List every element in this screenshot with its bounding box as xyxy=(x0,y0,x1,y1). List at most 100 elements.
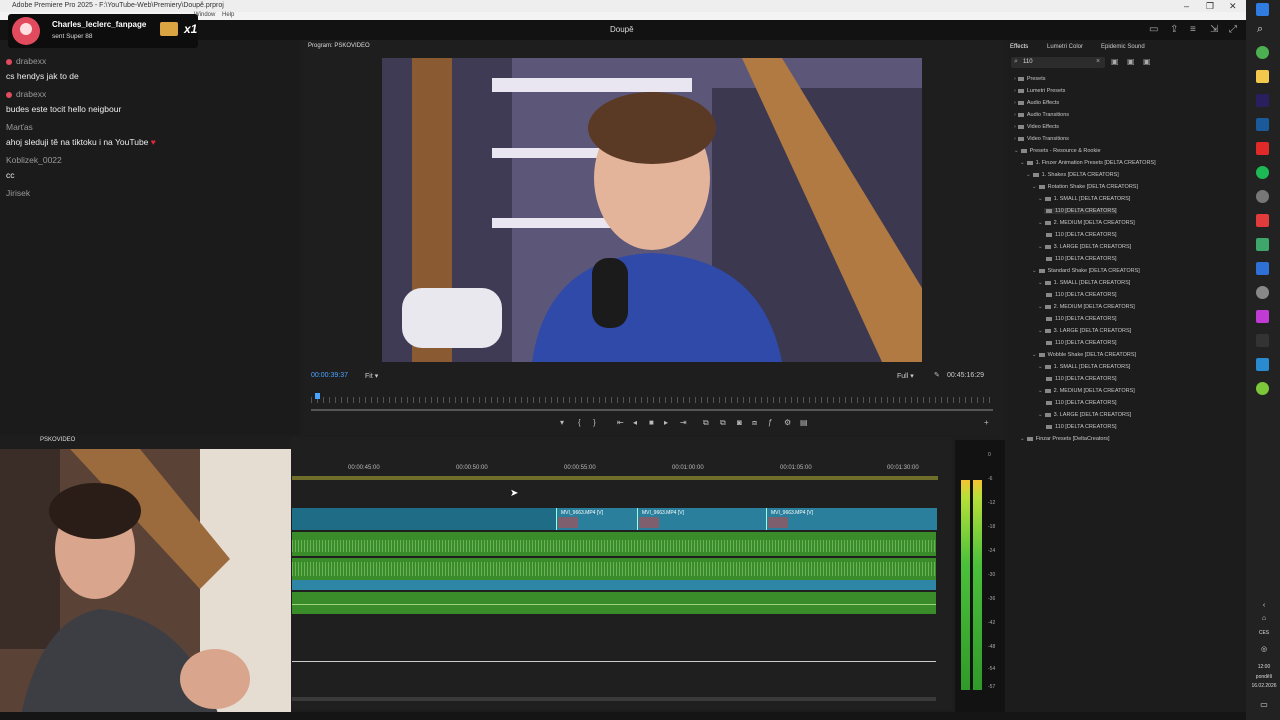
app-green-icon[interactable] xyxy=(1256,238,1269,251)
effects-tree-item[interactable]: ⌄ 1. SMALL [DELTA CREATORS] xyxy=(1038,364,1130,370)
effects-tree-item[interactable]: › Presets xyxy=(1014,76,1046,82)
menu-icon[interactable]: ≡ xyxy=(1190,24,1196,35)
effects-tree-item[interactable]: ⌄ 1. Shakes [DELTA CREATORS] xyxy=(1026,172,1119,178)
app-purple-icon[interactable] xyxy=(1256,310,1269,323)
sequence-tab[interactable]: PSKOVIDEO xyxy=(40,437,75,443)
effects-search-input[interactable]: 110 xyxy=(1023,59,1033,65)
effects-tree-item[interactable]: ⌄ 3. LARGE [DELTA CREATORS] xyxy=(1038,412,1131,418)
yuv-effects-icon[interactable]: ▣ xyxy=(1143,57,1151,66)
volume-line[interactable] xyxy=(292,604,936,605)
export-frame-icon[interactable]: ◙ xyxy=(737,418,742,427)
effects-tree-item[interactable]: 110 [DELTA CREATORS] xyxy=(1044,376,1117,382)
settings-icon[interactable]: ⚙ xyxy=(784,418,791,427)
fx-icon[interactable]: ƒ xyxy=(768,418,772,427)
clear-search-icon[interactable]: × xyxy=(1096,58,1100,65)
workspace-icon[interactable]: ▭ xyxy=(1149,24,1158,35)
clock-time[interactable]: 12:00 xyxy=(1250,664,1278,670)
wrench-icon[interactable]: ✎ xyxy=(934,371,940,379)
menu-help[interactable]: Help xyxy=(222,12,234,18)
timeline-ruler[interactable] xyxy=(292,476,938,480)
effects-tree-item[interactable]: ⌄ 1. SMALL [DELTA CREATORS] xyxy=(1038,280,1130,286)
effects-tree-item[interactable]: ⌄ Wobble Shake [DELTA CREATORS] xyxy=(1032,352,1136,358)
video-clip[interactable]: MVI_9663.MP4 [V] xyxy=(637,508,766,530)
current-timecode[interactable]: 00:00:39:37 xyxy=(311,372,348,379)
minimize-icon[interactable]: – xyxy=(1184,1,1189,11)
mark-in-icon[interactable]: { xyxy=(578,418,581,427)
effects-tree-item[interactable]: › Video Transitions xyxy=(1014,136,1069,142)
steam-icon[interactable] xyxy=(1256,358,1269,371)
tab-lumetri-color[interactable]: Lumetri Color xyxy=(1047,44,1083,50)
effects-tree-item[interactable]: ⌄ 2. MEDIUM [DELTA CREATORS] xyxy=(1038,388,1135,394)
effects-tree-item[interactable]: › Audio Effects xyxy=(1014,100,1059,106)
effects-tree-item[interactable]: ⌄ 2. MEDIUM [DELTA CREATORS] xyxy=(1038,304,1135,310)
effects-tree-item[interactable]: ⌄ 1. SMALL [DELTA CREATORS] xyxy=(1038,196,1130,202)
toggle-icon[interactable]: ▤ xyxy=(800,418,808,427)
effects-tree-item[interactable]: ⌄ Presets - Resource & Rookie xyxy=(1014,148,1101,154)
effects-tree-item[interactable]: 110 [DELTA CREATORS] xyxy=(1044,292,1117,298)
quick-export-icon[interactable]: ⇲ xyxy=(1210,24,1218,35)
effects-tree-item[interactable]: ⌄ 3. LARGE [DELTA CREATORS] xyxy=(1038,328,1131,334)
resolution-dropdown[interactable]: Full ▾ xyxy=(897,372,914,380)
file-explorer-icon[interactable] xyxy=(1256,70,1269,83)
app-dark-icon[interactable] xyxy=(1256,334,1269,347)
share-icon[interactable]: ⇪ xyxy=(1170,24,1178,35)
app-lime-icon[interactable] xyxy=(1256,382,1269,395)
effects-tree-item[interactable]: › Audio Transitions xyxy=(1014,112,1069,118)
fit-dropdown[interactable]: Fit ▾ xyxy=(365,372,378,380)
timeline-scrollbar[interactable] xyxy=(292,697,936,701)
step-forward-icon[interactable]: ▸ xyxy=(664,418,668,427)
overwrite-icon[interactable]: ⧉ xyxy=(720,418,726,428)
app-blue-icon[interactable] xyxy=(1256,262,1269,275)
fullscreen-icon[interactable]: ⤢ xyxy=(1229,24,1237,35)
audio-track-3[interactable] xyxy=(292,580,936,590)
red-app-icon[interactable] xyxy=(1256,142,1269,155)
stop-icon[interactable]: ■ xyxy=(649,418,654,427)
effects-tree-item[interactable]: ⌄ 3. LARGE [DELTA CREATORS] xyxy=(1038,244,1131,250)
spotify-icon[interactable] xyxy=(1256,166,1269,179)
effects-tree-item[interactable]: 110 [DELTA CREATORS] xyxy=(1044,316,1117,322)
search-icon[interactable]: ⌕ xyxy=(1257,23,1263,36)
accelerated-effects-icon[interactable]: ▣ xyxy=(1111,57,1119,66)
chrome-icon[interactable] xyxy=(1256,46,1269,59)
obs-icon[interactable] xyxy=(1256,190,1269,203)
notification-icon[interactable]: ▭ xyxy=(1250,700,1278,709)
start-icon[interactable] xyxy=(1256,3,1269,16)
playhead-marker[interactable] xyxy=(315,393,320,399)
effects-tree-item[interactable]: › Lumetri Presets xyxy=(1014,88,1065,94)
effects-tree-item[interactable]: › Video Effects xyxy=(1014,124,1059,130)
effects-tree-item[interactable]: ⌄ Finzar Presets [DeltaCreators] xyxy=(1020,436,1110,442)
go-to-out-icon[interactable]: ⇥ xyxy=(680,418,687,427)
add-button-icon[interactable]: + xyxy=(984,418,989,427)
video-clip[interactable]: MVI_9663.MP4 [V] xyxy=(766,508,937,530)
effects-tree-item[interactable]: 110 [DELTA CREATORS] xyxy=(1044,232,1117,238)
comparison-icon[interactable]: ⧈ xyxy=(752,418,757,428)
app-tf-icon[interactable] xyxy=(1256,214,1269,227)
audio-track-4[interactable] xyxy=(292,592,936,614)
effects-tree-item[interactable]: ⌄ 1. Finzer Animation Presets [DELTA CREA… xyxy=(1020,160,1156,166)
photoshop-icon[interactable] xyxy=(1256,118,1269,131)
effects-tree-item[interactable]: 110 [DELTA CREATORS] xyxy=(1044,400,1117,406)
effects-tree-item[interactable]: 110 [DELTA CREATORS] xyxy=(1044,256,1117,262)
tab-epidemic-sound[interactable]: Epidemic Sound xyxy=(1101,44,1145,50)
globe-icon[interactable]: ◎ xyxy=(1250,645,1278,653)
effects-tree-item[interactable]: 110 [DELTA CREATORS] xyxy=(1044,208,1117,214)
program-tab[interactable]: Program: PSKOVIDEO xyxy=(308,43,370,49)
network-icon[interactable]: ⌂ xyxy=(1250,615,1278,622)
mark-out-icon[interactable]: } xyxy=(593,418,596,427)
effects-search-box[interactable]: ⌕ 110 × xyxy=(1011,57,1105,68)
add-marker-icon[interactable]: ▾ xyxy=(560,418,564,427)
premiere-pro-icon[interactable] xyxy=(1256,94,1269,107)
tab-effects[interactable]: Effects xyxy=(1010,44,1028,50)
32bit-effects-icon[interactable]: ▣ xyxy=(1127,57,1135,66)
zoom-scrollbar[interactable] xyxy=(311,409,993,411)
chevron-up-icon[interactable]: ‹ xyxy=(1250,602,1278,609)
effects-tree-item[interactable]: ⌄ 2. MEDIUM [DELTA CREATORS] xyxy=(1038,220,1135,226)
video-clip[interactable]: MVI_9663.MP4 [V] xyxy=(556,508,637,530)
effects-tree-item[interactable]: 110 [DELTA CREATORS] xyxy=(1044,340,1117,346)
restore-icon[interactable]: ❐ xyxy=(1206,1,1214,12)
effects-tree-item[interactable]: ⌄ Rotation Shake [DELTA CREATORS] xyxy=(1032,184,1138,190)
go-to-in-icon[interactable]: ⇤ xyxy=(617,418,624,427)
language-indicator[interactable]: CES xyxy=(1250,630,1278,636)
effects-tree-item[interactable]: 110 [DELTA CREATORS] xyxy=(1044,424,1117,430)
program-video-frame[interactable] xyxy=(382,58,922,362)
